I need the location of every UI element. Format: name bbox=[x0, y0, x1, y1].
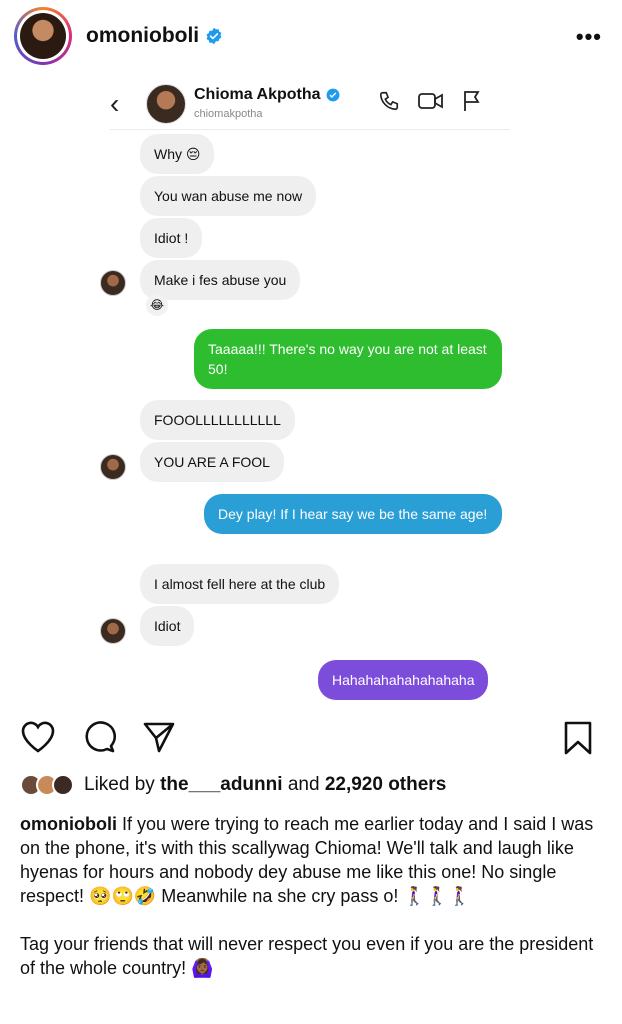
message-bubble: Why 😔 bbox=[140, 134, 215, 174]
liker-avatars bbox=[20, 774, 74, 796]
profile-avatar[interactable] bbox=[14, 7, 72, 65]
message-bubble: I almost fell here at the club bbox=[140, 564, 340, 604]
post-username[interactable]: omonioboli bbox=[86, 24, 199, 48]
flag-icon[interactable] bbox=[462, 90, 482, 112]
likes-user[interactable]: the___adunni bbox=[160, 774, 282, 796]
message-bubble: YOU ARE A FOOL bbox=[140, 442, 284, 482]
dm-contact-handle: chiomakpotha bbox=[194, 108, 263, 120]
back-chevron-icon[interactable]: ‹ bbox=[110, 88, 119, 120]
caption-username[interactable]: omonioboli bbox=[20, 814, 117, 834]
message-bubble: FOOOLLLLLLLLLLL bbox=[140, 400, 295, 440]
reaction-emoji: 😂 bbox=[146, 294, 168, 316]
phone-icon[interactable] bbox=[378, 90, 400, 112]
message-bubble: Make i fes abuse you bbox=[140, 260, 301, 300]
message-bubble: You wan abuse me now bbox=[140, 176, 317, 216]
video-call-icon[interactable] bbox=[418, 90, 444, 112]
message-bubble: Idiot bbox=[140, 606, 195, 646]
post-caption: omonioboli If you were trying to reach m… bbox=[20, 812, 610, 980]
share-send-icon[interactable] bbox=[142, 720, 176, 754]
sender-avatar bbox=[100, 270, 126, 296]
post-header: omonioboli ••• bbox=[0, 0, 622, 72]
dm-header-actions bbox=[378, 90, 482, 112]
dm-contact-name: Chioma Akpotha bbox=[194, 86, 321, 103]
dm-header: ‹ Chioma Akpotha chiomakpotha bbox=[110, 78, 510, 130]
message-bubble: Idiot ! bbox=[140, 218, 203, 258]
caption-text-2: Tag your friends that will never respect… bbox=[20, 934, 594, 978]
dm-contact-avatar bbox=[146, 84, 186, 124]
dm-screenshot: ‹ Chioma Akpotha chiomakpotha Why 😔 You … bbox=[0, 74, 622, 712]
likes-prefix: Liked by bbox=[84, 774, 155, 795]
sender-avatar bbox=[100, 454, 126, 480]
dm-verified-icon bbox=[326, 88, 340, 102]
message-bubble-sent: Dey play! If I hear say we be the same a… bbox=[204, 494, 502, 534]
comment-icon[interactable] bbox=[82, 720, 116, 754]
more-options-icon[interactable]: ••• bbox=[576, 24, 602, 50]
like-heart-icon[interactable] bbox=[20, 720, 56, 754]
likes-row[interactable]: Liked by the___adunni and 22,920 others bbox=[20, 770, 446, 800]
likes-count[interactable]: 22,920 others bbox=[325, 774, 446, 796]
likes-and: and bbox=[287, 774, 320, 795]
bookmark-icon[interactable] bbox=[562, 720, 594, 756]
message-bubble-sent: Hahahahahahahahaha bbox=[318, 660, 489, 700]
sender-avatar bbox=[100, 618, 126, 644]
post-actions bbox=[0, 712, 622, 758]
message-bubble-sent: Taaaaa!!! There's no way you are not at … bbox=[194, 329, 502, 389]
verified-badge-icon bbox=[206, 27, 222, 45]
